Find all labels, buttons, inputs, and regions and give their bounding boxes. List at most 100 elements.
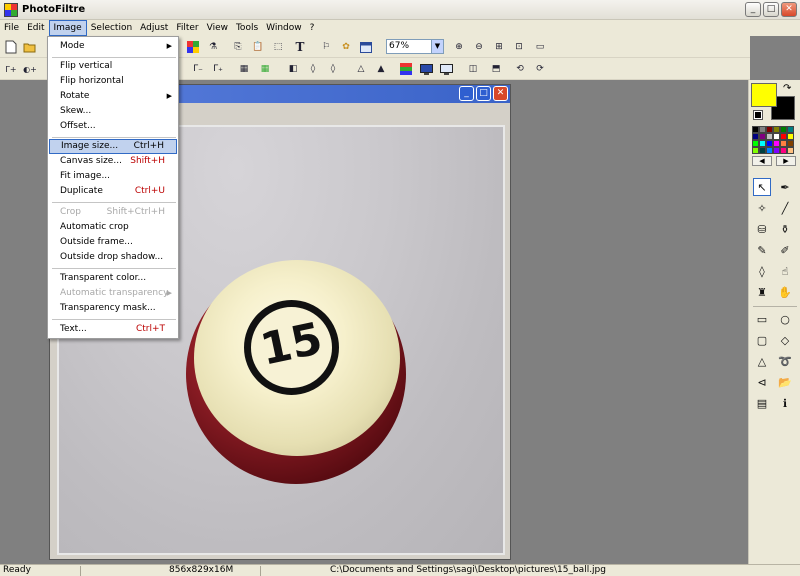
hand-tool-icon[interactable]: ✋	[776, 283, 794, 301]
fit-window-icon[interactable]: ⊡	[511, 39, 527, 55]
rotate-right-icon[interactable]: ⟳	[532, 61, 548, 77]
line-tool-icon[interactable]: ╱	[776, 199, 794, 217]
ellipse-shape-icon[interactable]: ○	[776, 310, 794, 328]
color-palette[interactable]	[752, 126, 796, 154]
lasso-shape-icon[interactable]: ➰	[776, 352, 794, 370]
menu-item-canvas-size[interactable]: Canvas size... Shift+H	[49, 154, 177, 169]
menu-view[interactable]: View	[203, 20, 232, 36]
paste-icon[interactable]: 📋	[250, 39, 266, 55]
sharpen-more-icon[interactable]: ▲	[373, 61, 389, 77]
shortcut-label: Shift+Ctrl+H	[106, 207, 165, 217]
brush-tool-icon[interactable]: ✎	[753, 241, 771, 259]
monitor-icon[interactable]	[418, 61, 434, 77]
rounded-rect-shape-icon[interactable]: ▢	[753, 331, 771, 349]
grid-icon[interactable]: ▦	[236, 61, 252, 77]
menu-adjust[interactable]: Adjust	[136, 20, 172, 36]
eyedropper-tool-icon[interactable]: ✒	[776, 178, 794, 196]
chevron-down-icon[interactable]: ▼	[431, 40, 443, 53]
selection-tool-icon[interactable]: ↖	[753, 178, 771, 196]
auto-levels-icon[interactable]: Γ+	[3, 61, 19, 77]
menu-item-outside-frame[interactable]: Outside frame...	[49, 235, 177, 250]
menu-item-offset[interactable]: Offset...	[49, 119, 177, 134]
crop-icon[interactable]: ⬚	[270, 39, 286, 55]
rgb-icon[interactable]	[398, 61, 414, 77]
layers-icon[interactable]: ⚐	[318, 39, 334, 55]
foreground-color-swatch[interactable]	[751, 83, 777, 107]
grid-color-icon[interactable]: ▦	[257, 61, 273, 77]
menu-file[interactable]: File	[0, 20, 23, 36]
tool-panel: ↷ ◀ ▶ ↖ ✒ ✧ ╱ ⛁ ⚱ ✎ ✐ ◊ ☝ ♜ ✋ ▭ ○ ▢ ◇ △ …	[748, 80, 800, 564]
menu-image[interactable]: Image	[48, 20, 87, 36]
close-button[interactable]: ✕	[781, 2, 797, 17]
menu-item-image-size[interactable]: Image size... Ctrl+H	[49, 139, 177, 154]
rotate-left-icon[interactable]: ⟲	[512, 61, 528, 77]
drop-outline-icon[interactable]: ◊	[325, 61, 341, 77]
maximize-button[interactable]: □	[763, 2, 779, 17]
shortcut-label: Shift+H	[130, 156, 165, 166]
menu-item-flip-vertical[interactable]: Flip vertical	[49, 59, 177, 74]
menu-item-outside-drop-shadow[interactable]: Outside drop shadow...	[49, 250, 177, 265]
stamp-tool-icon[interactable]: ♜	[753, 283, 771, 301]
gamma-up-icon[interactable]: Γ₊	[210, 61, 226, 77]
open-folder-icon[interactable]	[22, 39, 38, 55]
flip-vertical-icon[interactable]: ⬒	[488, 61, 504, 77]
new-file-icon[interactable]	[3, 39, 19, 55]
menu-window[interactable]: Window	[262, 20, 306, 36]
menu-item-mode[interactable]: Mode ▶	[49, 39, 177, 54]
blur-tool-icon[interactable]: ◊	[753, 262, 771, 280]
menu-item-skew[interactable]: Skew...	[49, 104, 177, 119]
smudge-tool-icon[interactable]: ☝	[776, 262, 794, 280]
sharpen-icon[interactable]: △	[353, 61, 369, 77]
screen-icon[interactable]	[438, 61, 454, 77]
diamond-shape-icon[interactable]: ◇	[776, 331, 794, 349]
minimize-button[interactable]: _	[745, 2, 761, 17]
menu-item-crop: Crop Shift+Ctrl+H	[49, 205, 177, 220]
menu-selection[interactable]: Selection	[87, 20, 136, 36]
filter-icon[interactable]: ⚗	[205, 39, 221, 55]
spray-tool-icon[interactable]: ⚱	[776, 220, 794, 238]
menu-item-transparency-mask[interactable]: Transparency mask...	[49, 301, 177, 316]
menu-item-text[interactable]: Text... Ctrl+T	[49, 322, 177, 337]
polygon-shape-icon[interactable]: ⊲	[753, 373, 771, 391]
text-tool-icon[interactable]: T	[292, 39, 308, 55]
info-icon[interactable]: ℹ	[776, 394, 794, 412]
gamma-down-icon[interactable]: Γ₋	[190, 61, 206, 77]
pencil-tool-icon[interactable]: ✐	[776, 241, 794, 259]
menu-item-flip-horizontal[interactable]: Flip horizontal	[49, 74, 177, 89]
triangle-shape-icon[interactable]: △	[753, 352, 771, 370]
menu-item-duplicate[interactable]: Duplicate Ctrl+U	[49, 184, 177, 199]
magic-wand-tool-icon[interactable]: ✧	[753, 199, 771, 217]
plugin-icon[interactable]: ✿	[338, 39, 354, 55]
open-shape-icon[interactable]: 📂	[776, 373, 794, 391]
palette-prev-icon[interactable]: ◀	[752, 156, 772, 166]
menu-item-fit-image[interactable]: Fit image...	[49, 169, 177, 184]
zoom-out-icon[interactable]: ⊖	[471, 39, 487, 55]
zoom-select[interactable]: 67% ▼	[386, 39, 444, 54]
doc-maximize-button[interactable]: □	[476, 86, 491, 101]
flip-horizontal-icon[interactable]: ◫	[465, 61, 481, 77]
menu-item-transparent-color[interactable]: Transparent color...	[49, 271, 177, 286]
reset-colors-icon[interactable]	[753, 110, 763, 120]
swap-colors-icon[interactable]: ↷	[783, 83, 791, 94]
invert-icon[interactable]: ◧	[285, 61, 301, 77]
menu-edit[interactable]: Edit	[23, 20, 48, 36]
doc-close-button[interactable]: ✕	[493, 86, 508, 101]
menu-tools[interactable]: Tools	[232, 20, 262, 36]
fullscreen-icon[interactable]: ▭	[532, 39, 548, 55]
select-all-icon[interactable]: ▤	[753, 394, 771, 412]
drop-icon[interactable]: ◊	[305, 61, 321, 77]
copy-icon[interactable]: ⎘	[230, 39, 246, 55]
palette-next-icon[interactable]: ▶	[776, 156, 796, 166]
menu-help[interactable]: ?	[306, 20, 319, 36]
menu-item-rotate[interactable]: Rotate ▶	[49, 89, 177, 104]
menu-item-automatic-crop[interactable]: Automatic crop	[49, 220, 177, 235]
menu-filter[interactable]: Filter	[172, 20, 202, 36]
doc-minimize-button[interactable]: _	[459, 86, 474, 101]
palette-icon[interactable]	[185, 39, 201, 55]
window-icon[interactable]	[358, 39, 374, 55]
rectangle-shape-icon[interactable]: ▭	[753, 310, 771, 328]
actual-size-icon[interactable]: ⊞	[491, 39, 507, 55]
auto-contrast-icon[interactable]: ◐+	[22, 61, 38, 77]
fill-tool-icon[interactable]: ⛁	[753, 220, 771, 238]
zoom-in-icon[interactable]: ⊕	[451, 39, 467, 55]
